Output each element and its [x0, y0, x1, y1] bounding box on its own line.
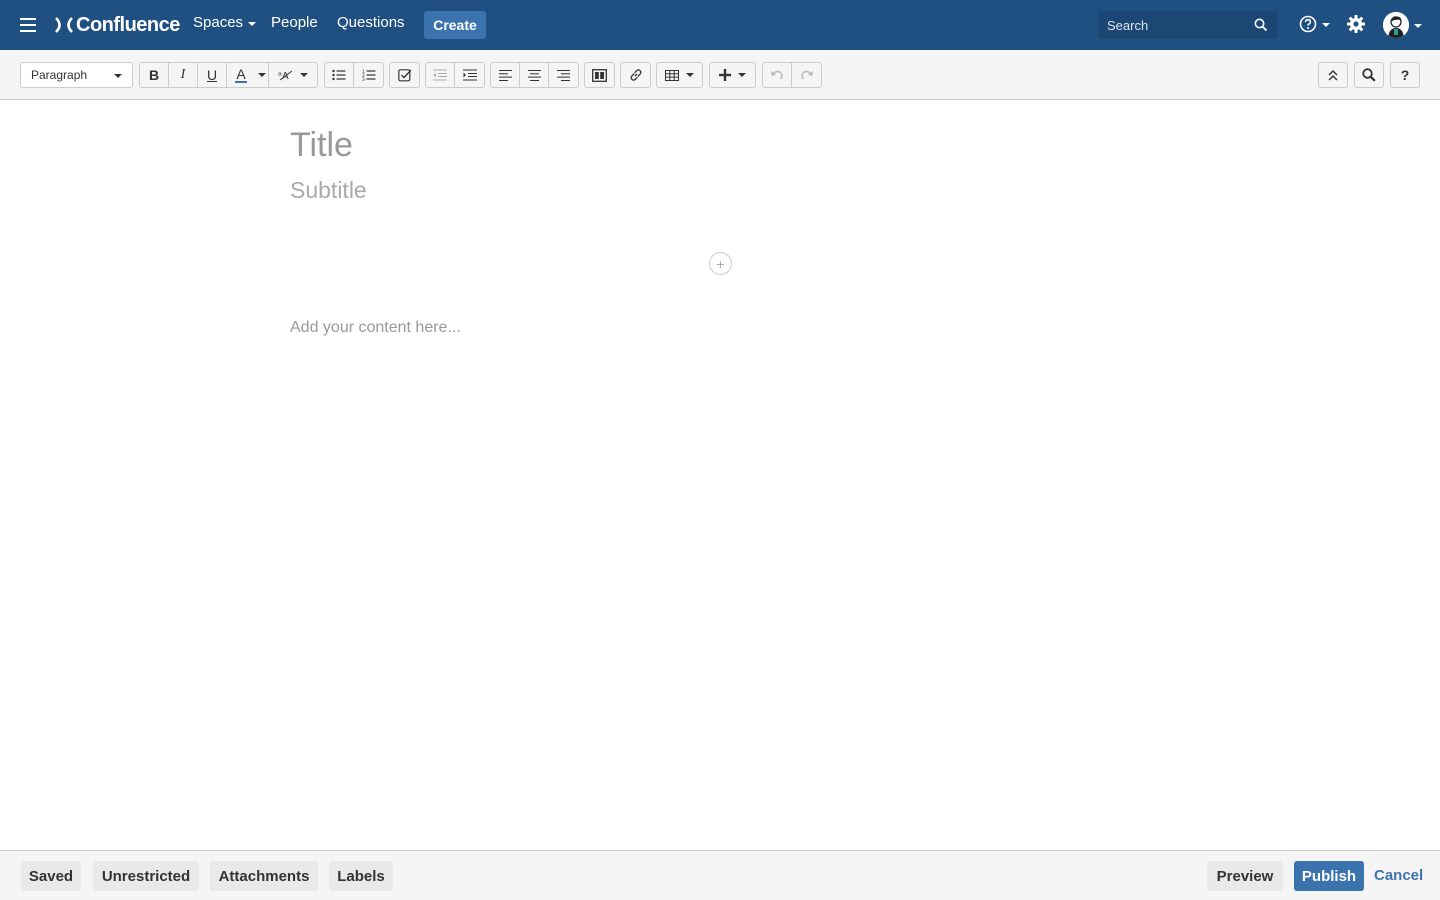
chevron-down-icon: [1322, 23, 1330, 27]
chevron-down-icon: [300, 73, 308, 77]
clear-formatting-icon: ᵃA: [278, 70, 293, 82]
layout-group: [584, 62, 615, 88]
bold-button[interactable]: B: [140, 63, 169, 87]
insert-more-button[interactable]: [710, 63, 755, 87]
indent-icon: [462, 69, 477, 81]
search-box: [1098, 11, 1278, 39]
logo-text: Confluence: [76, 13, 180, 36]
editor-toolbar: Paragraph B I U A ᵃA 1 2 3 ?: [0, 50, 1440, 100]
cancel-link[interactable]: Cancel: [1374, 867, 1423, 884]
chevron-down-icon: [114, 74, 122, 78]
align-right-button[interactable]: [549, 63, 578, 87]
outdent-icon: [433, 69, 447, 81]
create-button[interactable]: Create: [424, 11, 486, 39]
task-group: [389, 62, 420, 88]
chevron-down-icon: [248, 21, 257, 26]
align-left-icon: [498, 69, 512, 81]
avatar: [1383, 12, 1409, 38]
help-menu[interactable]: [1299, 15, 1330, 33]
publish-button[interactable]: Publish: [1294, 861, 1364, 891]
table-icon: [665, 69, 679, 81]
redo-button[interactable]: [792, 63, 821, 87]
text-format-group: B I U A ᵃA: [139, 62, 318, 88]
page-title-input[interactable]: Title: [290, 126, 353, 165]
collapse-toolbar-button[interactable]: [1319, 63, 1347, 87]
outdent-button[interactable]: [426, 63, 455, 87]
fullwidth-group: [1318, 62, 1348, 88]
nav-people[interactable]: People: [271, 14, 318, 31]
indent-button[interactable]: [455, 63, 484, 87]
underline-button[interactable]: U: [198, 63, 227, 87]
more-formatting-button[interactable]: ᵃA: [269, 63, 317, 87]
find-group: [1354, 62, 1384, 88]
undo-icon: [771, 70, 783, 79]
align-center-icon: [527, 69, 541, 81]
insert-table-button[interactable]: [657, 63, 702, 87]
find-replace-button[interactable]: [1355, 63, 1383, 87]
history-group: [762, 62, 822, 88]
chevron-down-icon: [1414, 24, 1422, 28]
help-group: ?: [1390, 62, 1420, 88]
alignment-group: [490, 62, 579, 88]
text-color-button[interactable]: A: [227, 63, 255, 87]
preview-button[interactable]: Preview: [1207, 861, 1283, 891]
paragraph-style-select[interactable]: Paragraph: [20, 62, 133, 88]
top-navigation-bar: Confluence Spaces People Questions Creat…: [0, 0, 1440, 50]
undo-button[interactable]: [763, 63, 792, 87]
list-group: 1 2 3: [324, 62, 384, 88]
paragraph-style-value: Paragraph: [31, 68, 88, 82]
insert-link-button[interactable]: [621, 63, 650, 87]
svg-text:3: 3: [362, 77, 365, 81]
search-icon[interactable]: [1254, 18, 1268, 32]
editor-help-button[interactable]: ?: [1391, 63, 1419, 87]
labels-button[interactable]: Labels: [329, 861, 393, 891]
page-layout-button[interactable]: [585, 63, 614, 87]
search-input[interactable]: [1107, 17, 1247, 33]
app-switcher-menu-icon[interactable]: [18, 17, 38, 33]
align-left-button[interactable]: [491, 63, 520, 87]
nav-spaces-label: Spaces: [193, 14, 244, 31]
restrictions-button[interactable]: Unrestricted: [93, 861, 199, 891]
page-subtitle-input[interactable]: Subtitle: [290, 177, 367, 204]
attachments-button[interactable]: Attachments: [210, 861, 318, 891]
plus-icon: [719, 69, 731, 81]
align-right-icon: [557, 69, 570, 81]
align-center-button[interactable]: [520, 63, 549, 87]
confluence-logo-icon: [55, 17, 73, 33]
double-chevron-up-icon: [1328, 69, 1338, 80]
confluence-logo[interactable]: Confluence: [54, 12, 180, 38]
table-group: [656, 62, 703, 88]
italic-button[interactable]: I: [169, 63, 198, 87]
chevron-down-icon: [686, 73, 694, 77]
user-menu[interactable]: [1383, 12, 1422, 38]
numbered-list-icon: 1 2 3: [362, 69, 375, 81]
nav-spaces[interactable]: Spaces: [193, 14, 257, 31]
indent-group: [425, 62, 485, 88]
bullet-list-icon: [332, 69, 346, 81]
link-group: [620, 62, 651, 88]
chevron-down-icon: [257, 73, 266, 77]
add-section-button[interactable]: +: [709, 252, 732, 275]
chevron-down-icon: [738, 73, 746, 77]
bullet-list-button[interactable]: [325, 63, 354, 87]
editor-footer: Saved Unrestricted Attachments Labels Pr…: [0, 850, 1440, 900]
checkbox-icon: [397, 69, 412, 82]
redo-icon: [800, 70, 813, 79]
numbered-list-button[interactable]: 1 2 3: [354, 63, 383, 87]
search-icon: [1362, 68, 1376, 82]
nav-questions[interactable]: Questions: [337, 14, 405, 31]
task-list-button[interactable]: [390, 63, 419, 87]
insert-group: [709, 62, 756, 88]
text-color-dropdown[interactable]: [255, 63, 269, 87]
settings-gear-icon[interactable]: [1346, 14, 1366, 34]
content-editor-placeholder[interactable]: Add your content here...: [290, 319, 461, 337]
svg-text:ᵃA: ᵃA: [278, 71, 289, 82]
saved-status-button[interactable]: Saved: [21, 861, 81, 891]
link-icon: [629, 69, 642, 81]
text-color-icon: A: [235, 66, 247, 83]
page-layout-icon: [592, 68, 607, 82]
help-icon: [1299, 15, 1317, 33]
